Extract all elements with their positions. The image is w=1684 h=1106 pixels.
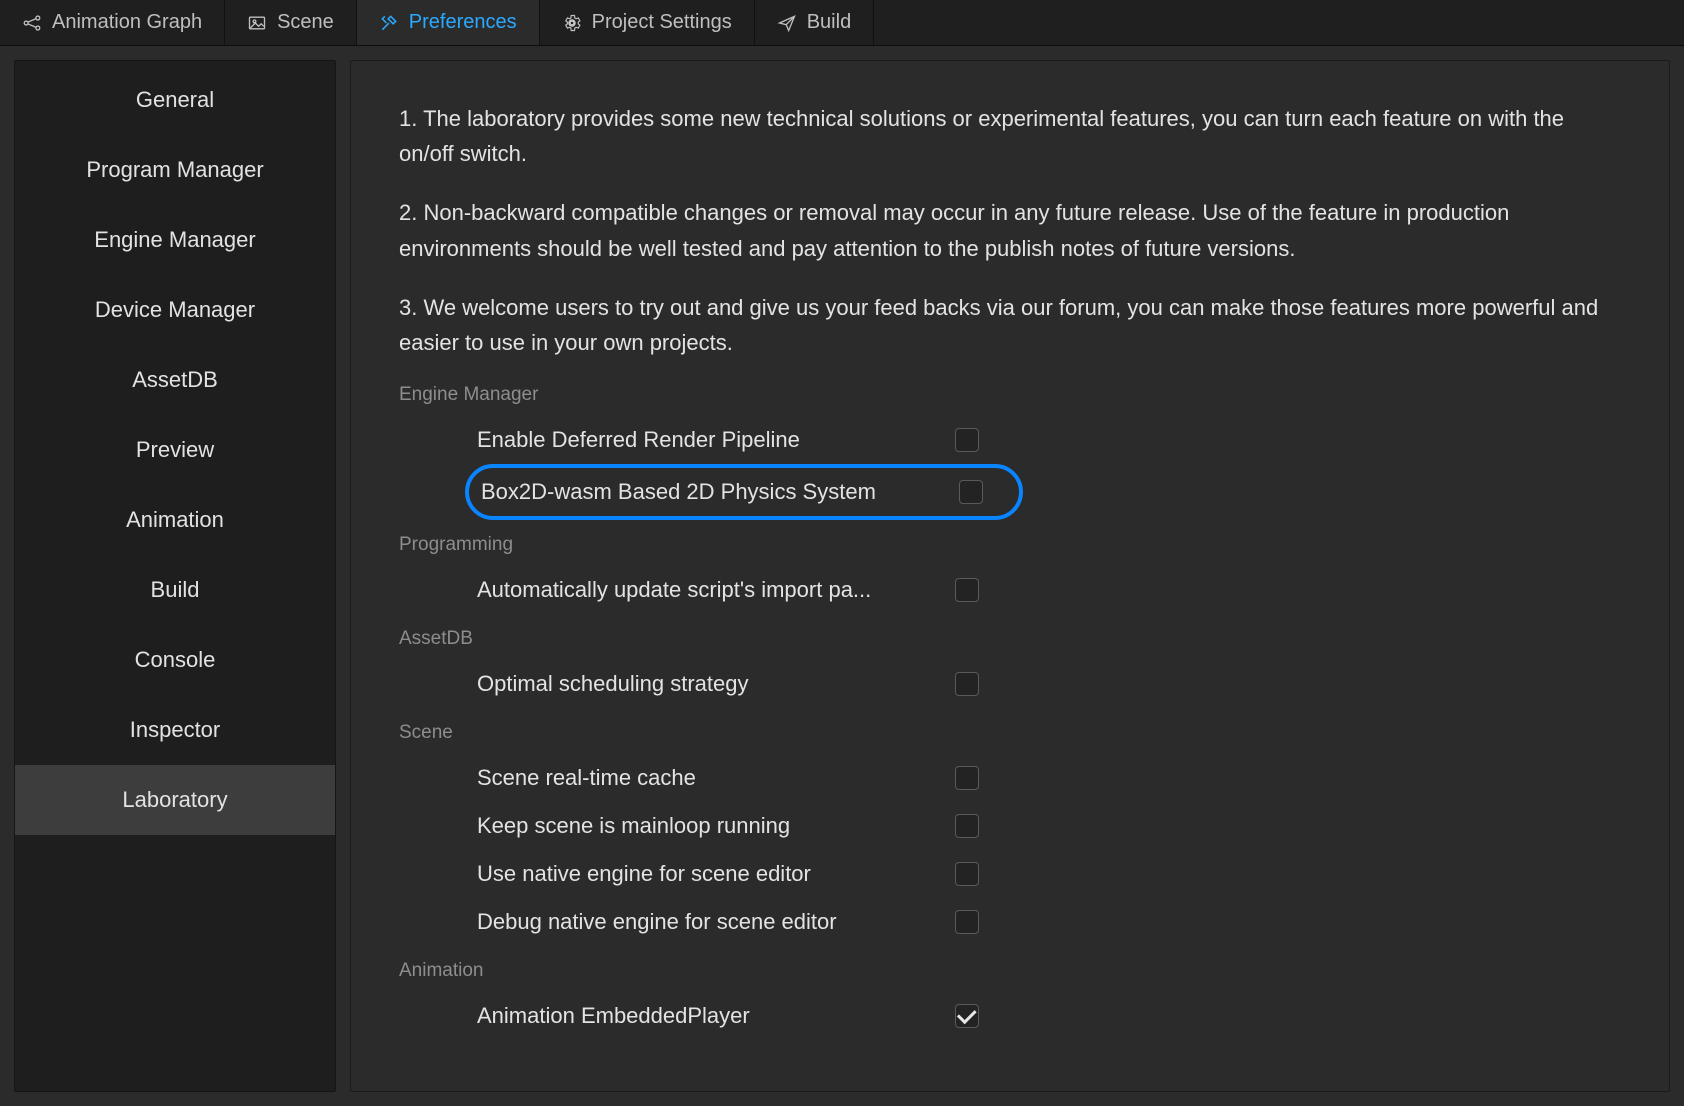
- option-box2d-wasm-highlight: Box2D-wasm Based 2D Physics System: [465, 464, 1023, 520]
- option-scene-rt-cache: Scene real-time cache: [477, 754, 1621, 802]
- section-header-engine-manager: Engine Manager: [399, 384, 1621, 406]
- option-native-engine-editor: Use native engine for scene editor: [477, 850, 1621, 898]
- tools-icon: [379, 13, 399, 33]
- option-label: Debug native engine for scene editor: [477, 909, 937, 935]
- checkbox-box2d-wasm[interactable]: [959, 480, 983, 504]
- sidebar-item-engine-manager[interactable]: Engine Manager: [15, 205, 335, 275]
- laboratory-panel: 1. The laboratory provides some new tech…: [350, 60, 1670, 1092]
- option-label: Optimal scheduling strategy: [477, 671, 937, 697]
- option-label: Scene real-time cache: [477, 765, 937, 791]
- sidebar-item-program-manager[interactable]: Program Manager: [15, 135, 335, 205]
- tab-label: Scene: [277, 11, 334, 34]
- gear-icon: [562, 13, 582, 33]
- tab-scene[interactable]: Scene: [225, 0, 357, 45]
- option-label: Animation EmbeddedPlayer: [477, 1003, 937, 1029]
- intro-paragraph-2: 2. Non-backward compatible changes or re…: [399, 195, 1621, 265]
- preferences-body: General Program Manager Engine Manager D…: [0, 46, 1684, 1106]
- checkbox-debug-native-engine[interactable]: [955, 910, 979, 934]
- checkbox-scene-rt-cache[interactable]: [955, 766, 979, 790]
- option-label: Enable Deferred Render Pipeline: [477, 427, 937, 453]
- sidebar-item-device-manager[interactable]: Device Manager: [15, 275, 335, 345]
- sidebar-item-console[interactable]: Console: [15, 625, 335, 695]
- option-optimal-scheduling: Optimal scheduling strategy: [477, 660, 1621, 708]
- option-label: Automatically update script's import pa.…: [477, 577, 937, 603]
- intro-paragraph-3: 3. We welcome users to try out and give …: [399, 290, 1621, 360]
- option-animation-embeddedplayer: Animation EmbeddedPlayer: [477, 992, 1621, 1040]
- option-debug-native-engine: Debug native engine for scene editor: [477, 898, 1621, 946]
- tab-label: Preferences: [409, 11, 517, 34]
- image-icon: [247, 13, 267, 33]
- laboratory-intro: 1. The laboratory provides some new tech…: [399, 101, 1621, 360]
- sidebar-item-laboratory[interactable]: Laboratory: [15, 765, 335, 835]
- sidebar-item-inspector[interactable]: Inspector: [15, 695, 335, 765]
- tab-label: Project Settings: [592, 11, 732, 34]
- paperplane-icon: [777, 13, 797, 33]
- section-header-animation: Animation: [399, 960, 1621, 982]
- option-label: Keep scene is mainloop running: [477, 813, 937, 839]
- option-keep-mainloop: Keep scene is mainloop running: [477, 802, 1621, 850]
- tab-preferences[interactable]: Preferences: [357, 0, 540, 45]
- checkbox-auto-update-imports[interactable]: [955, 578, 979, 602]
- section-header-programming: Programming: [399, 534, 1621, 556]
- sidebar-item-general[interactable]: General: [15, 65, 335, 135]
- preferences-sidebar: General Program Manager Engine Manager D…: [14, 60, 336, 1092]
- top-tabs: Animation Graph Scene Preferences Projec…: [0, 0, 1684, 46]
- checkbox-deferred-render[interactable]: [955, 428, 979, 452]
- tab-label: Build: [807, 11, 851, 34]
- option-auto-update-imports: Automatically update script's import pa.…: [477, 566, 1621, 614]
- checkbox-optimal-scheduling[interactable]: [955, 672, 979, 696]
- tab-project-settings[interactable]: Project Settings: [540, 0, 755, 45]
- section-header-assetdb: AssetDB: [399, 628, 1621, 650]
- checkbox-keep-mainloop[interactable]: [955, 814, 979, 838]
- option-label: Use native engine for scene editor: [477, 861, 937, 887]
- sidebar-item-preview[interactable]: Preview: [15, 415, 335, 485]
- tab-label: Animation Graph: [52, 11, 202, 34]
- checkbox-native-engine-editor[interactable]: [955, 862, 979, 886]
- tab-build[interactable]: Build: [755, 0, 874, 45]
- sidebar-item-assetdb[interactable]: AssetDB: [15, 345, 335, 415]
- graph-icon: [22, 13, 42, 33]
- section-header-scene: Scene: [399, 722, 1621, 744]
- tab-animation-graph[interactable]: Animation Graph: [0, 0, 225, 45]
- sidebar-item-build[interactable]: Build: [15, 555, 335, 625]
- option-label: Box2D-wasm Based 2D Physics System: [481, 479, 941, 505]
- checkbox-animation-embeddedplayer[interactable]: [955, 1004, 979, 1028]
- option-deferred-render: Enable Deferred Render Pipeline: [477, 416, 1621, 464]
- intro-paragraph-1: 1. The laboratory provides some new tech…: [399, 101, 1621, 171]
- sidebar-item-animation[interactable]: Animation: [15, 485, 335, 555]
